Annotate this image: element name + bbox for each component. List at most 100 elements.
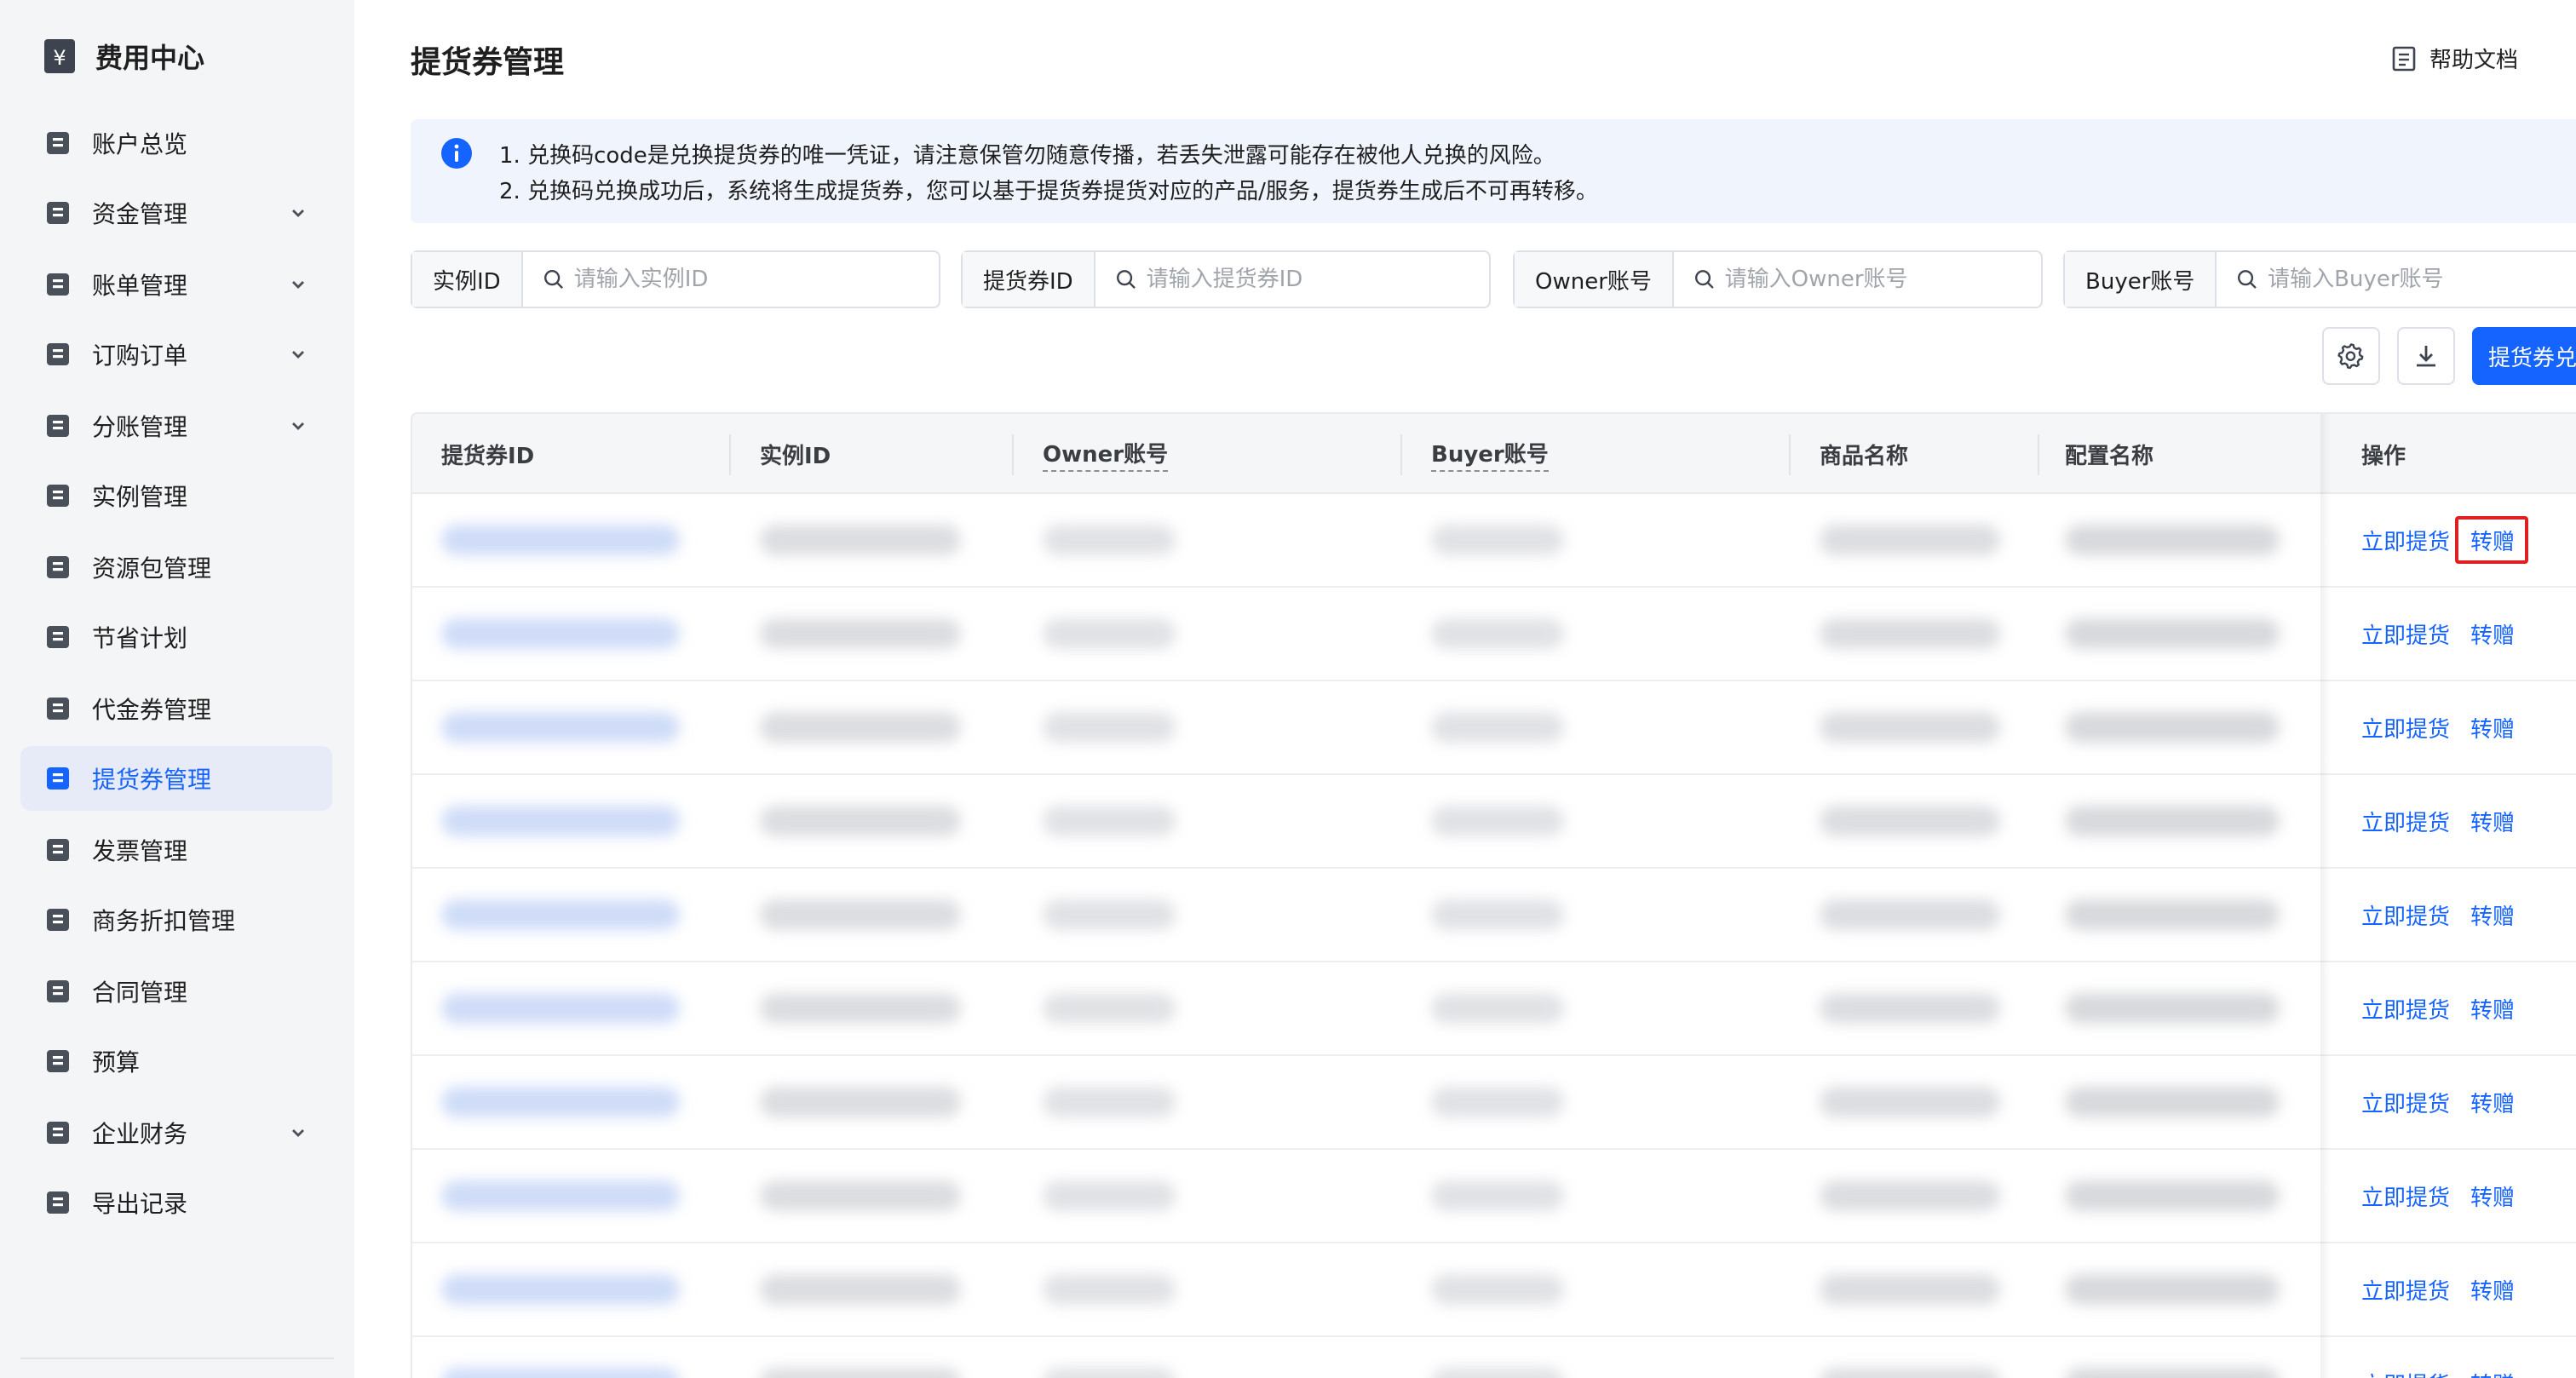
column-header-actions: 操作 bbox=[2361, 443, 2406, 469]
notice-line-1: 1. 兑换码code是兑换提货券的唯一凭证，请注意保管勿随意传播，若丢失泄露可能… bbox=[499, 143, 1555, 169]
transfer-link[interactable]: 转赠 bbox=[2470, 806, 2515, 837]
sidebar-item[interactable]: 预算 bbox=[20, 1029, 332, 1094]
redacted-cell bbox=[760, 1274, 961, 1305]
help-docs-link[interactable]: 帮助文档 bbox=[2392, 43, 2518, 74]
sidebar-item[interactable]: 资源包管理 bbox=[20, 535, 332, 600]
sidebar-item[interactable]: 实例管理 bbox=[20, 463, 332, 528]
redacted-cell bbox=[2065, 1274, 2280, 1305]
column-header-buyer-account[interactable]: Buyer账号 bbox=[1431, 414, 1549, 494]
table-row: 立即提货 转赠 bbox=[412, 1337, 2576, 1378]
instance-id-search-input[interactable] bbox=[573, 267, 939, 292]
owner-account-search-input[interactable] bbox=[1724, 267, 2041, 292]
redacted-cell bbox=[760, 1180, 961, 1211]
pickup-now-link[interactable]: 立即提货 bbox=[2361, 1274, 2450, 1306]
pickup-now-link[interactable]: 立即提货 bbox=[2361, 712, 2450, 744]
transfer-link[interactable]: 转赠 bbox=[2470, 899, 2515, 931]
sidebar-item-label: 预算 bbox=[92, 1048, 141, 1077]
svg-text:¥: ¥ bbox=[53, 46, 66, 70]
column-header-owner-account[interactable]: Owner账号 bbox=[1043, 414, 1169, 494]
table-row: 立即提货转赠 bbox=[412, 1056, 2576, 1150]
sidebar-item[interactable]: 企业财务 bbox=[20, 1100, 332, 1165]
filter-buyer-account: Buyer账号 bbox=[2063, 250, 2576, 308]
pickup-now-link[interactable]: 立即提货 bbox=[2361, 1368, 2450, 1378]
sidebar-item[interactable]: 导出记录 bbox=[20, 1170, 332, 1235]
redacted-cell bbox=[1820, 806, 2000, 836]
search-icon bbox=[543, 270, 563, 289]
sidebar-item[interactable]: 分账管理 bbox=[20, 393, 332, 458]
filter-voucher-id: 提货券ID bbox=[961, 250, 1491, 308]
sidebar-item[interactable]: 合同管理 bbox=[20, 959, 332, 1024]
sidebar-item[interactable]: 节省计划 bbox=[20, 605, 332, 669]
redacted-cell bbox=[1431, 993, 1564, 1024]
transfer-link[interactable]: 转赠 bbox=[2470, 618, 2515, 650]
discount-tag-icon bbox=[47, 909, 69, 931]
sidebar-item[interactable]: 商务折扣管理 bbox=[20, 887, 332, 952]
transfer-link[interactable]: 转赠 bbox=[2470, 712, 2515, 744]
sidebar-item[interactable]: 账单管理 bbox=[20, 252, 332, 317]
resource-package-icon bbox=[47, 556, 69, 578]
redacted-cell bbox=[1043, 899, 1176, 930]
search-icon bbox=[2238, 270, 2257, 289]
redacted-cell bbox=[441, 1368, 680, 1378]
transfer-link[interactable]: 转赠 bbox=[2470, 1274, 2515, 1306]
pickup-now-link[interactable]: 立即提货 bbox=[2361, 1180, 2450, 1212]
redacted-cell bbox=[1431, 525, 1564, 555]
transfer-link[interactable]: 转赠 bbox=[2470, 1368, 2515, 1378]
pickup-now-link[interactable]: 立即提货 bbox=[2361, 1087, 2450, 1118]
redacted-cell bbox=[2065, 806, 2280, 836]
sidebar-item[interactable]: 提货券管理 bbox=[20, 746, 332, 811]
transfer-link[interactable]: 转赠 bbox=[2470, 993, 2515, 1025]
redacted-cell bbox=[441, 712, 680, 743]
column-header-product-name: 商品名称 bbox=[1820, 443, 1909, 469]
redeem-voucher-button[interactable]: 提货券兑换 bbox=[2472, 327, 2576, 385]
settings-button[interactable] bbox=[2322, 327, 2380, 385]
voucher-id-search-input[interactable] bbox=[1146, 267, 1489, 292]
download-button[interactable] bbox=[2397, 327, 2455, 385]
sidebar-item[interactable]: 发票管理 bbox=[20, 818, 332, 882]
sidebar-brand: ¥ 费用中心 bbox=[44, 37, 204, 75]
redacted-cell bbox=[1431, 1368, 1564, 1378]
pickup-now-link[interactable]: 立即提货 bbox=[2361, 525, 2450, 556]
transfer-link[interactable]: 转赠 bbox=[2470, 1087, 2515, 1118]
sidebar-item[interactable]: 代金券管理 bbox=[20, 676, 332, 741]
table-row: 立即提货转赠 bbox=[412, 494, 2576, 588]
redacted-cell bbox=[1043, 1368, 1176, 1378]
redacted-cell bbox=[1043, 806, 1176, 836]
sidebar-item-label: 提货券管理 bbox=[92, 766, 212, 794]
sidebar-item[interactable]: 账户总览 bbox=[20, 111, 332, 175]
column-separator bbox=[1400, 434, 1402, 475]
sidebar-item-label: 分账管理 bbox=[92, 413, 188, 441]
transfer-link[interactable]: 转赠 bbox=[2470, 1180, 2515, 1212]
sidebar-item[interactable]: 订购订单 bbox=[20, 322, 332, 387]
redacted-cell bbox=[1043, 993, 1176, 1024]
redacted-cell bbox=[1043, 525, 1176, 555]
transfer-link[interactable]: 转赠 bbox=[2470, 525, 2515, 556]
pickup-now-link[interactable]: 立即提货 bbox=[2361, 993, 2450, 1025]
redacted-cell bbox=[1431, 899, 1564, 930]
filter-label: Buyer账号 bbox=[2065, 252, 2217, 307]
redacted-cell bbox=[760, 1087, 961, 1117]
redacted-cell bbox=[1431, 1180, 1564, 1211]
sidebar-item[interactable]: 资金管理 bbox=[20, 181, 332, 245]
filter-label: Owner账号 bbox=[1515, 252, 1674, 307]
redacted-cell bbox=[760, 525, 961, 555]
contract-icon bbox=[47, 980, 69, 1002]
buyer-account-search-input[interactable] bbox=[2268, 267, 2576, 292]
redacted-cell bbox=[1820, 1368, 2000, 1378]
pickup-now-link[interactable]: 立即提货 bbox=[2361, 899, 2450, 931]
billing-logo-icon: ¥ bbox=[44, 39, 75, 73]
bill-icon bbox=[47, 273, 69, 296]
redacted-cell bbox=[441, 618, 680, 649]
redacted-cell bbox=[760, 899, 961, 930]
pickup-now-link[interactable]: 立即提货 bbox=[2361, 618, 2450, 650]
sidebar-item-label: 代金券管理 bbox=[92, 696, 212, 724]
table-header: 提货券ID 实例ID Owner账号 Buyer账号 商品名称 配置名称 操作 bbox=[412, 414, 2576, 494]
pickup-now-link[interactable]: 立即提货 bbox=[2361, 806, 2450, 837]
chevron-down-icon bbox=[292, 1129, 304, 1137]
chevron-down-icon bbox=[292, 210, 304, 217]
search-icon bbox=[1116, 270, 1136, 289]
export-icon bbox=[47, 1191, 69, 1214]
redacted-cell bbox=[760, 1368, 961, 1378]
filter-owner-account: Owner账号 bbox=[1513, 250, 2043, 308]
column-header-voucher-id: 提货券ID bbox=[441, 443, 535, 469]
